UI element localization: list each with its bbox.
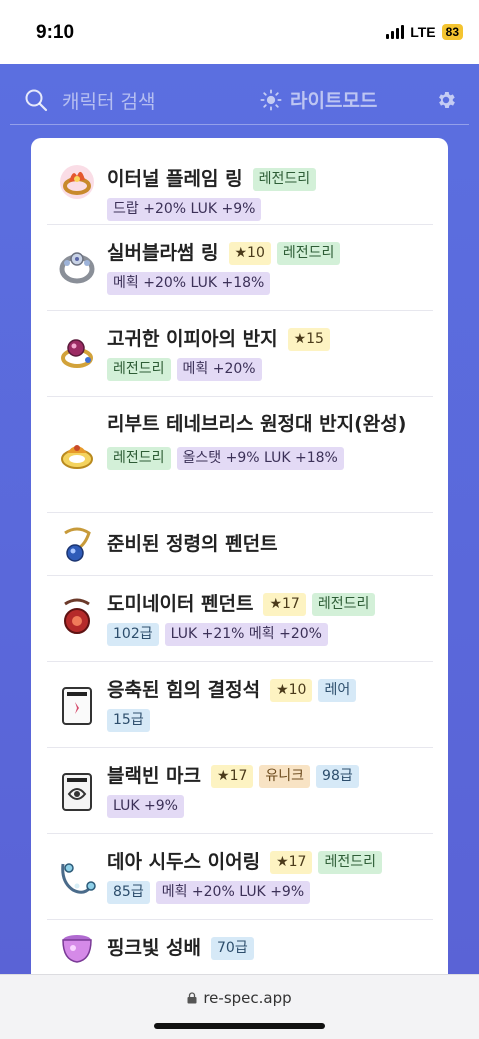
list-item[interactable]: 이터널 플레임 링 레전드리 드랍 +20% LUK +9% — [47, 138, 433, 225]
star-badge: ★17 — [211, 764, 254, 788]
item-name: 실버블라썸 링 — [107, 242, 219, 264]
status-indicators: LTE 83 — [386, 24, 463, 40]
star-badge: ★17 — [263, 592, 306, 616]
url-text: re-spec.app — [203, 989, 292, 1007]
potential-badge: LUK +21% 메획 +20% — [164, 623, 328, 646]
star-badge: ★15 — [287, 327, 330, 351]
grade-badge: 레전드리 — [276, 241, 341, 265]
potential-badge: 메획 +20% LUK +9% — [155, 881, 311, 904]
iphia-ring-icon — [61, 339, 93, 368]
theme-toggle[interactable]: 라이트모드 — [260, 86, 377, 113]
sun-icon — [260, 88, 282, 111]
header: 캐릭터 검색 라이트모드 — [10, 64, 469, 125]
item-name: 고귀한 이피아의 반지 — [107, 328, 278, 350]
status-time: 9:10 — [36, 22, 75, 43]
list-item[interactable]: 도미네이터 펜던트 ★17 레전드리 102급 LUK +21% 메획 +20% — [47, 576, 433, 662]
silver-blossom-ring-icon — [59, 252, 95, 284]
spirit-pendant-icon — [64, 527, 91, 562]
list-item[interactable]: 응축된 힘의 결정석 ★10 레어 15급 — [47, 662, 433, 748]
address-bar[interactable]: re-spec.app — [0, 989, 479, 1007]
dominator-pendant-icon — [64, 598, 90, 634]
item-name: 도미네이터 펜던트 — [107, 593, 254, 615]
list-item[interactable]: 데아 시두스 이어링 ★17 레전드리 85급 메획 +20% LUK +9% — [47, 834, 433, 920]
tenebris-ring-icon — [61, 445, 93, 469]
flame-ring-icon — [60, 165, 94, 199]
level-badge: 85급 — [107, 881, 150, 904]
signal-icon — [386, 25, 405, 39]
potential-badge: LUK +9% — [107, 795, 184, 818]
theme-label: 라이트모드 — [290, 90, 378, 112]
equipment-list: 이터널 플레임 링 레전드리 드랍 +20% LUK +9% 실버블라썸 링 ★… — [31, 138, 448, 974]
lock-icon — [187, 992, 197, 1004]
level-badge: 102급 — [107, 623, 159, 646]
list-item[interactable]: 실버블라썸 링 ★10 레전드리 메획 +20% LUK +18% — [47, 225, 433, 311]
potential-badge: 메획 +20% — [176, 358, 262, 381]
potential-badge: 드랍 +20% LUK +9% — [107, 198, 262, 221]
star-badge: ★10 — [228, 241, 271, 265]
network-label: LTE — [410, 24, 436, 40]
list-item[interactable]: 고귀한 이피아의 반지 ★15 레전드리 메획 +20% — [47, 311, 433, 397]
level-badge: 98급 — [316, 764, 359, 788]
home-indicator[interactable] — [154, 1023, 325, 1029]
battery-icon: 83 — [441, 24, 463, 40]
blackbean-mark-icon — [62, 773, 92, 811]
browser-bar: re-spec.app — [0, 974, 479, 1039]
app-screen: 캐릭터 검색 라이트모드 이터널 플레임 링 레전드리 드랍 +20% LUK … — [0, 64, 479, 974]
grade-badge: 레어 — [318, 678, 357, 702]
grade-badge: 레전드리 — [318, 850, 382, 874]
status-bar: 9:10 LTE 83 — [0, 0, 479, 64]
item-name: 리부트 테네브리스 원정대 반지(완성) — [107, 413, 407, 435]
list-item[interactable]: 준비된 정령의 펜던트 — [47, 513, 433, 576]
search-icon[interactable] — [24, 88, 48, 112]
dea-sidus-earring-icon — [61, 863, 96, 894]
item-name: 준비된 정령의 펜던트 — [107, 533, 278, 555]
grade-badge: 레전드리 — [311, 592, 376, 616]
list-item[interactable]: 리부트 테네브리스 원정대 반지(완성) 레전드리 올스탯 +9% LUK +1… — [47, 397, 433, 513]
search-input[interactable]: 캐릭터 검색 — [62, 87, 155, 114]
item-name: 데아 시두스 이어링 — [107, 851, 261, 873]
list-item[interactable]: 핑크빛 성배 70급 — [47, 920, 433, 974]
grade-badge: 레전드리 — [107, 358, 171, 381]
item-name: 응축된 힘의 결정석 — [107, 679, 261, 701]
crystal-card-icon — [62, 687, 92, 725]
item-name: 블랙빈 마크 — [107, 765, 202, 787]
potential-badge: 올스탯 +9% LUK +18% — [176, 447, 344, 470]
grade-badge: 레전드리 — [252, 167, 317, 191]
star-badge: ★17 — [270, 850, 313, 874]
item-name: 핑크빛 성배 — [107, 937, 202, 959]
star-badge: ★10 — [270, 678, 313, 702]
item-name: 이터널 플레임 링 — [107, 168, 243, 190]
list-item[interactable]: 블랙빈 마크 ★17 유니크 98급 LUK +9% — [47, 748, 433, 834]
grade-badge: 레전드리 — [107, 447, 171, 470]
pink-holy-cup-icon — [62, 935, 92, 963]
potential-badge: 메획 +20% LUK +18% — [107, 272, 271, 295]
grade-badge: 유니크 — [259, 764, 311, 788]
level-badge: 15급 — [107, 709, 150, 732]
level-badge: 70급 — [211, 936, 254, 960]
gear-icon[interactable] — [435, 89, 457, 111]
